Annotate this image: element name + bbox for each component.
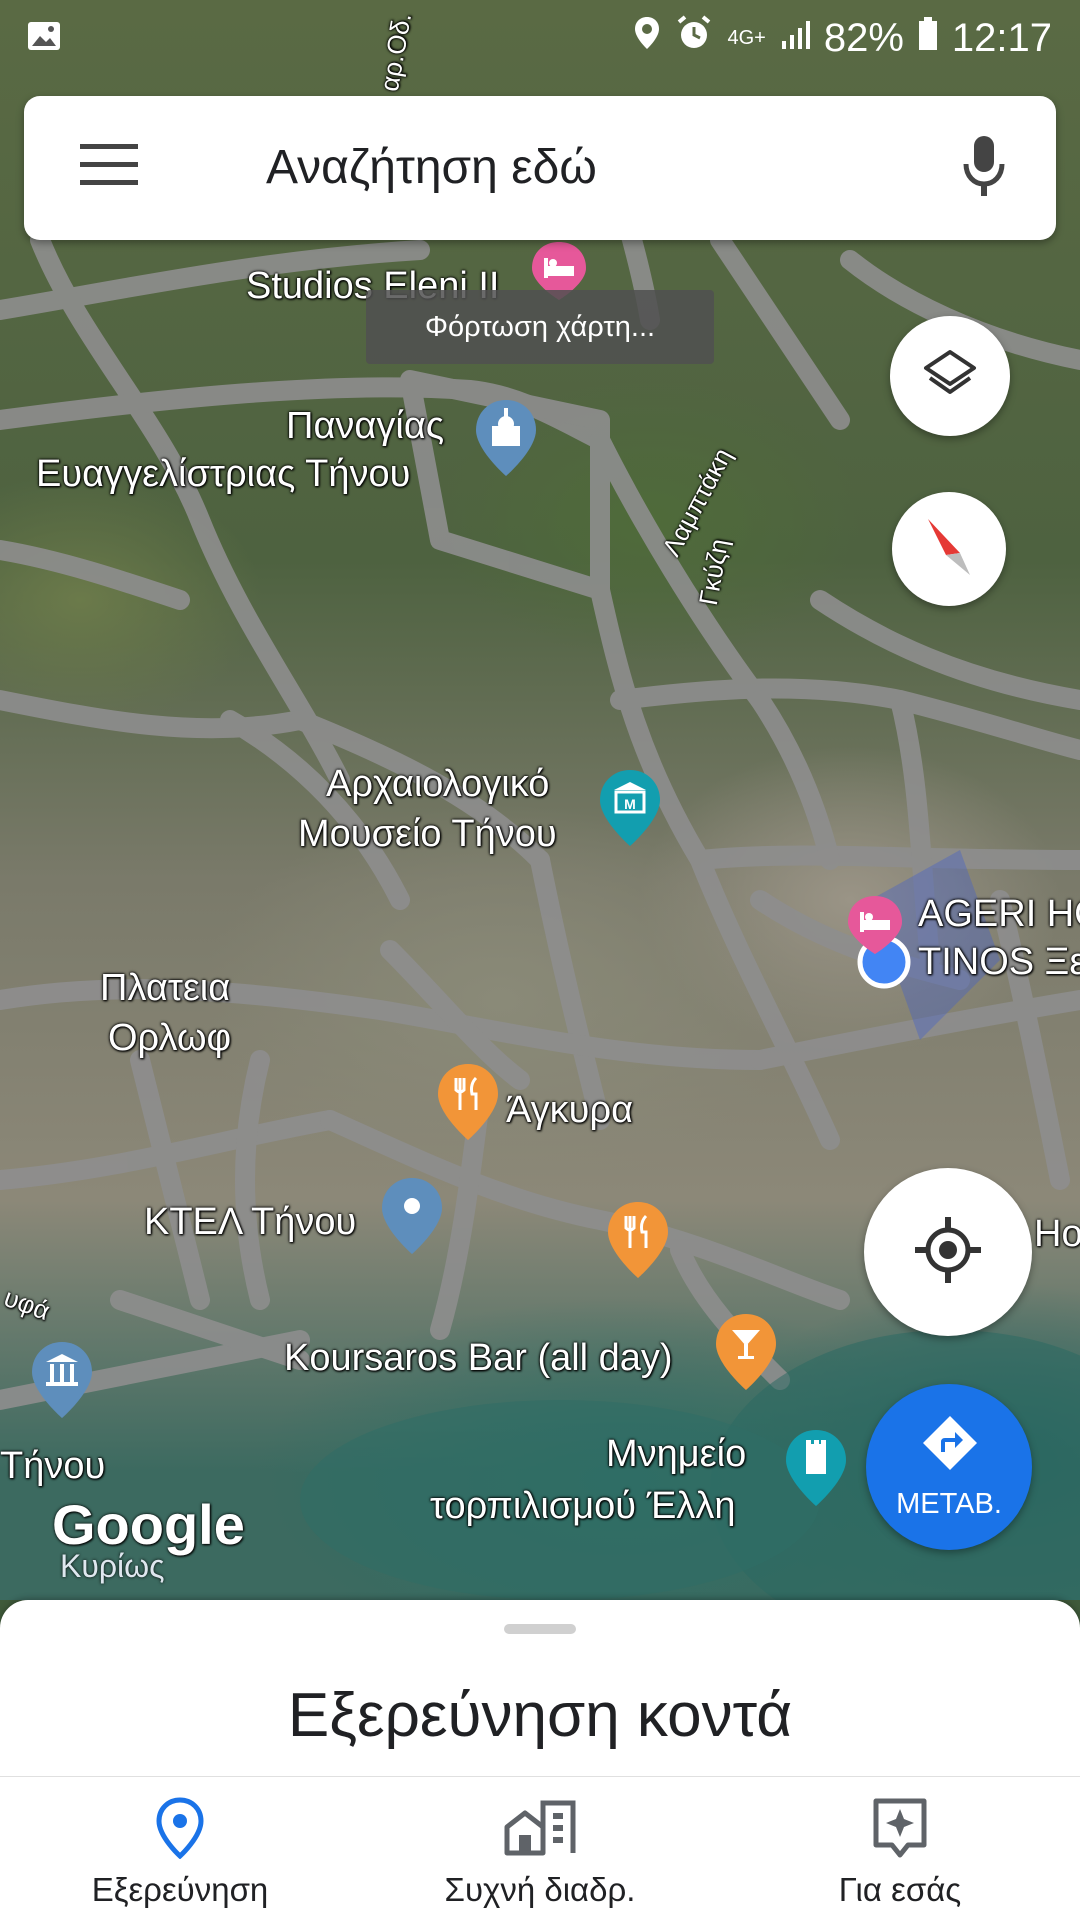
map-view[interactable]: Studios Eleni II Παναγίας Ευαγγελίστριας…: [0, 0, 1080, 1600]
my-location-button[interactable]: [864, 1168, 1032, 1336]
place-label-agkyra[interactable]: Άγκυρα: [506, 1088, 633, 1132]
alarm-status-icon: [675, 14, 713, 62]
loading-toast: Φόρτωση χάρτη...: [366, 290, 714, 364]
microphone-icon[interactable]: [960, 134, 1008, 205]
layers-button[interactable]: [890, 316, 1010, 436]
search-input[interactable]: Αναζήτηση εδώ: [266, 140, 597, 195]
tab-explore[interactable]: Εξερεύνηση: [0, 1777, 360, 1920]
place-label-koursaros[interactable]: Koursaros Bar (all day): [284, 1336, 673, 1380]
map-mode-label: Κυρίως: [60, 1548, 165, 1584]
signal-icon: [780, 16, 810, 61]
for-you-sparkle-icon: [720, 1797, 1080, 1859]
hamburger-menu-icon[interactable]: [80, 142, 138, 191]
sheet-title: Εξερεύνηση κοντά: [287, 1681, 793, 1750]
bottom-navigation: Εξερεύνηση Συχνή διαδρ. Για εσάς: [0, 1776, 1080, 1920]
place-label-plateia[interactable]: Πλατεια: [100, 966, 230, 1010]
place-label-museum[interactable]: Αρχαιολογικό: [326, 762, 549, 806]
location-status-icon: [633, 15, 661, 61]
explore-pin-icon: [0, 1797, 360, 1859]
place-label-ageri[interactable]: AGERI HO: [918, 892, 1080, 936]
clock: 12:17: [951, 15, 1052, 60]
directions-label: ΜΕΤΑΒ.: [896, 1488, 1002, 1520]
place-label-panagia-2[interactable]: Ευαγγελίστριας Τήνου: [36, 452, 410, 496]
tab-commute[interactable]: Συχνή διαδρ.: [360, 1777, 720, 1920]
status-bar: 4G+ 82% 12:17: [0, 0, 1080, 76]
compass-icon: [924, 515, 974, 584]
directions-button[interactable]: ΜΕΤΑΒ.: [866, 1384, 1032, 1550]
place-label-ktel[interactable]: ΚΤΕΛ Τήνου: [144, 1200, 356, 1244]
network-type: 4G+: [727, 26, 766, 49]
tab-for-you[interactable]: Για εσάς: [720, 1777, 1080, 1920]
my-location-icon: [913, 1215, 983, 1290]
explore-sheet[interactable]: Εξερεύνηση κοντά: [0, 1600, 1080, 1776]
place-label-tinou[interactable]: Τήνου: [0, 1444, 105, 1488]
directions-icon: [921, 1414, 979, 1477]
search-bar[interactable]: Αναζήτηση εδώ: [24, 96, 1056, 240]
place-label-plateia-2[interactable]: Ορλωφ: [108, 1016, 231, 1060]
tab-commute-label: Συχνή διαδρ.: [444, 1871, 636, 1908]
sheet-handle[interactable]: [504, 1624, 576, 1634]
place-label-museum-2[interactable]: Μουσείο Τήνου: [298, 812, 557, 856]
svg-text:M: M: [624, 796, 636, 812]
battery-icon: [918, 16, 938, 61]
place-label-mnimeio-2[interactable]: τορπιλισμού Έλλη: [430, 1484, 736, 1528]
gallery-notification-icon: [26, 18, 62, 64]
place-label-ageri-2[interactable]: TINOS Ξε: [918, 940, 1080, 984]
place-label-panagia[interactable]: Παναγίας: [286, 404, 444, 448]
compass-button[interactable]: [892, 492, 1006, 606]
tab-for-you-label: Για εσάς: [838, 1871, 962, 1908]
layers-icon: [922, 346, 978, 407]
place-label-mnimeio[interactable]: Μνημείο: [606, 1432, 746, 1476]
place-label-hotel-partial[interactable]: Hot: [1034, 1212, 1080, 1256]
buildings-icon: [360, 1797, 720, 1857]
tab-explore-label: Εξερεύνηση: [91, 1871, 269, 1908]
battery-percent: 82%: [823, 15, 904, 60]
